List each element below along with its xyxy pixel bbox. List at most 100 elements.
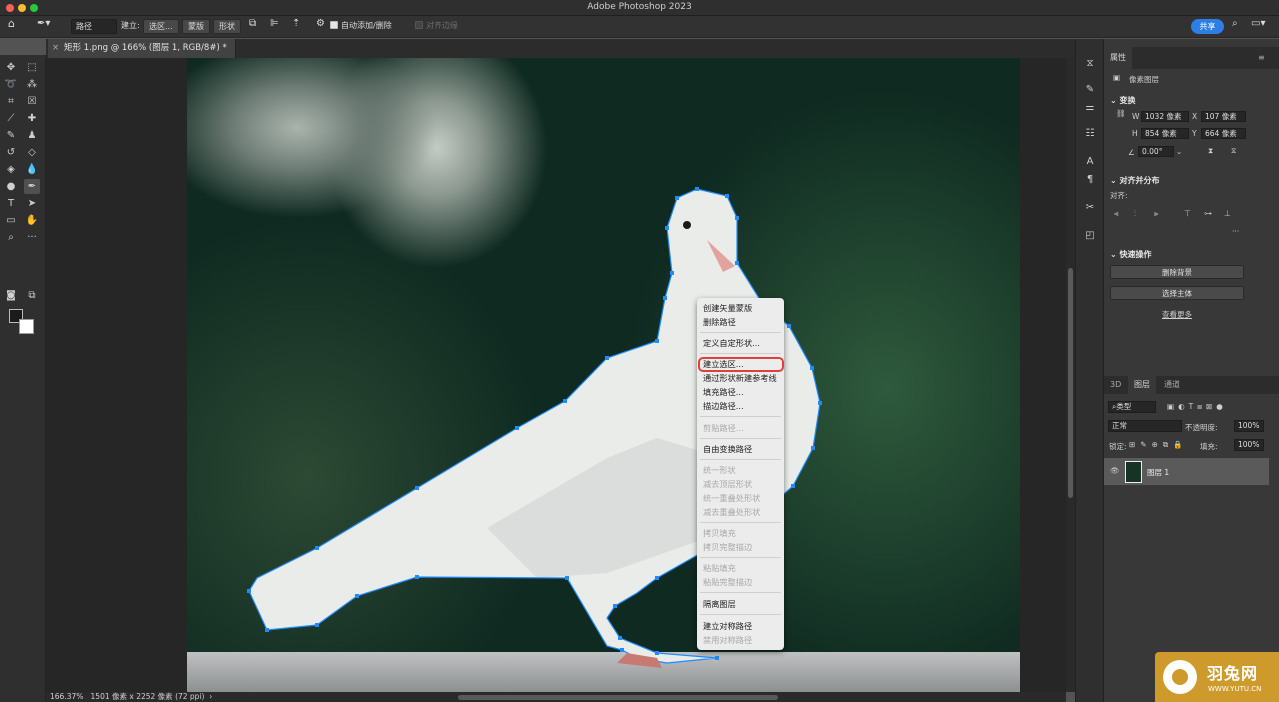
lock-options-icons[interactable]: ⊞✎⊕⧉🔒 <box>1129 440 1188 450</box>
make-selection-button[interactable]: 选区... <box>143 19 179 34</box>
align-left-edges-icon[interactable]: ⫷ <box>1114 209 1124 219</box>
layer-filter-icons[interactable]: ▣◐T⧈⊠● <box>1167 402 1227 412</box>
brush-tool-icon[interactable]: ✎ <box>3 128 19 143</box>
section-transform[interactable]: ⌄ 变换 <box>1110 95 1136 106</box>
more-options-icon[interactable]: ··· <box>1232 227 1239 236</box>
link-dimensions-icon[interactable]: ⛓ <box>1116 109 1126 118</box>
document-tab[interactable]: × 矩形 1.png @ 166% (图层 1, RGB/8#) * <box>48 39 236 58</box>
angle-field[interactable]: 0.00° <box>1138 146 1174 157</box>
zoom-tool-icon[interactable]: ⌕ <box>3 230 19 245</box>
quick-mask-icon[interactable]: ◙ <box>3 288 19 303</box>
x-field[interactable]: 107 像素 <box>1201 111 1246 122</box>
magic-wand-tool-icon[interactable]: ⁂ <box>24 77 40 92</box>
menu-item-make-symmetry-path[interactable]: 建立对称路径 <box>703 620 752 632</box>
height-field[interactable]: 854 像素 <box>1141 128 1189 139</box>
align-vertical-centers-icon[interactable]: ⊶ <box>1204 209 1214 219</box>
character-panel-icon[interactable]: A <box>1083 155 1097 169</box>
pen-tool-icon[interactable]: ✒ <box>24 179 40 194</box>
home-icon[interactable]: ⌂ <box>8 17 15 32</box>
crop-tool-icon[interactable]: ⌗ <box>3 94 19 109</box>
history-brush-tool-icon[interactable]: ↺ <box>3 145 19 160</box>
frame-tool-icon[interactable]: ☒ <box>24 94 40 109</box>
type-tool-icon[interactable]: T <box>3 196 19 211</box>
paint-bucket-tool-icon[interactable]: ◈ <box>3 162 19 177</box>
clone-stamp-tool-icon[interactable]: ♟ <box>24 128 40 143</box>
flip-vertical-icon[interactable]: ⧖ <box>1231 146 1236 156</box>
section-align-distribute[interactable]: ⌄ 对齐并分布 <box>1110 175 1160 186</box>
vertical-scrollbar[interactable] <box>1066 58 1075 692</box>
glyphs-panel-icon[interactable]: ◰ <box>1083 229 1097 243</box>
path-selection-tool-icon[interactable]: ➤ <box>24 196 40 211</box>
paragraph-panel-icon[interactable]: ¶ <box>1083 173 1097 187</box>
width-field[interactable]: 1032 像素 <box>1141 111 1189 122</box>
blend-mode-select[interactable]: 正常 <box>1108 420 1182 432</box>
align-top-edges-icon[interactable]: ⊤ <box>1184 209 1194 219</box>
eraser-tool-icon[interactable]: ◇ <box>24 145 40 160</box>
tools-panel-icon[interactable]: ✂ <box>1083 201 1097 215</box>
canvas-area[interactable] <box>46 58 1066 692</box>
see-more-link[interactable]: 查看更多 <box>1110 309 1244 320</box>
opacity-field[interactable]: 100% <box>1234 420 1264 432</box>
tab-layers[interactable]: 图层 <box>1128 376 1156 394</box>
path-arrangement-icon[interactable]: ⇡ <box>292 17 300 32</box>
adjustments-icon[interactable]: ⚌ <box>1083 101 1097 115</box>
blur-tool-icon[interactable]: 💧 <box>24 162 40 177</box>
select-subject-button[interactable]: 选择主体 <box>1110 286 1244 300</box>
chevron-down-icon[interactable]: ⌄ <box>1176 147 1182 156</box>
marquee-tool-icon[interactable]: ⬚ <box>24 60 40 75</box>
layer-row[interactable]: 👁 图层 1 <box>1104 458 1269 485</box>
flip-horizontal-icon[interactable]: ⧗ <box>1208 146 1213 156</box>
share-button[interactable]: 共享 <box>1191 19 1224 34</box>
menu-item-create-vector-mask[interactable]: 创建矢量蒙版 <box>703 302 752 314</box>
path-alignment-icon[interactable]: ⊫ <box>270 17 279 32</box>
remove-background-button[interactable]: 删除背景 <box>1110 265 1244 279</box>
path-operations-icon[interactable]: ⧉ <box>249 17 256 32</box>
chevron-right-icon[interactable]: › <box>207 692 212 701</box>
make-mask-button[interactable]: 蒙版 <box>182 19 210 34</box>
more-tools-icon[interactable]: ··· <box>24 230 40 245</box>
y-field[interactable]: 664 像素 <box>1201 128 1246 139</box>
auto-add-delete-checkbox[interactable]: 自动添加/删除 <box>330 19 392 34</box>
layer-filter-select[interactable]: ⌕类型 <box>1108 401 1156 413</box>
hand-tool-icon[interactable]: ✋ <box>24 213 40 228</box>
close-tab-icon[interactable]: × <box>52 39 59 57</box>
screen-mode-icon[interactable]: ⧉ <box>24 288 40 303</box>
menu-item-define-custom-shape[interactable]: 定义自定形状... <box>703 337 760 349</box>
menu-item-isolate-layers[interactable]: 隔离图层 <box>703 598 736 610</box>
align-right-edges-icon[interactable]: ⫸ <box>1154 209 1164 219</box>
menu-item-new-guides-from-shape[interactable]: 通过形状新建参考线 <box>703 372 777 384</box>
scrollbar-thumb[interactable] <box>1068 268 1073 498</box>
tab-3d[interactable]: 3D <box>1104 376 1127 394</box>
libraries-icon[interactable]: ☷ <box>1083 127 1097 141</box>
menu-item-fill-path[interactable]: 填充路径... <box>703 386 744 398</box>
eyedropper-tool-icon[interactable]: ⟋ <box>3 111 19 126</box>
menu-item-delete-path[interactable]: 删除路径 <box>703 316 736 328</box>
menu-item-free-transform-path[interactable]: 自由变换路径 <box>703 443 752 455</box>
menu-item-stroke-path[interactable]: 描边路径... <box>703 400 744 412</box>
lasso-tool-icon[interactable]: ➰ <box>3 77 19 92</box>
workspace-icon[interactable]: ▭▾ <box>1251 17 1265 32</box>
dodge-tool-icon[interactable]: ● <box>3 179 19 194</box>
fill-field[interactable]: 100% <box>1234 439 1264 451</box>
history-panel-icon[interactable]: ⧖ <box>1083 57 1097 71</box>
move-tool-icon[interactable]: ✥ <box>3 60 19 75</box>
align-horizontal-centers-icon[interactable]: ⫶ <box>1134 209 1144 219</box>
path-mode-select[interactable]: 路径 <box>71 19 117 34</box>
align-bottom-edges-icon[interactable]: ⊥ <box>1224 209 1234 219</box>
gear-icon[interactable]: ⚙ <box>316 17 325 32</box>
brush-settings-icon[interactable]: ✎ <box>1083 83 1097 97</box>
section-quick-actions[interactable]: ⌄ 快速操作 <box>1110 249 1152 260</box>
tab-channels[interactable]: 通道 <box>1158 376 1186 394</box>
rectangle-tool-icon[interactable]: ▭ <box>3 213 19 228</box>
search-icon[interactable]: ⌕ <box>1232 17 1238 32</box>
scrollbar-thumb[interactable] <box>458 695 778 700</box>
dove-photo[interactable] <box>187 58 1020 692</box>
zoom-level[interactable]: 166.37% <box>50 692 83 701</box>
healing-brush-tool-icon[interactable]: ✚ <box>24 111 40 126</box>
make-shape-button[interactable]: 形状 <box>213 19 241 34</box>
tab-properties[interactable]: 属性 <box>1104 47 1132 69</box>
eye-icon[interactable]: 👁 <box>1110 466 1120 475</box>
panel-menu-icon[interactable]: ≡ <box>1252 47 1271 69</box>
background-color-swatch[interactable] <box>19 319 34 334</box>
pen-tool-preset-icon[interactable]: ✒▾ <box>37 17 50 32</box>
